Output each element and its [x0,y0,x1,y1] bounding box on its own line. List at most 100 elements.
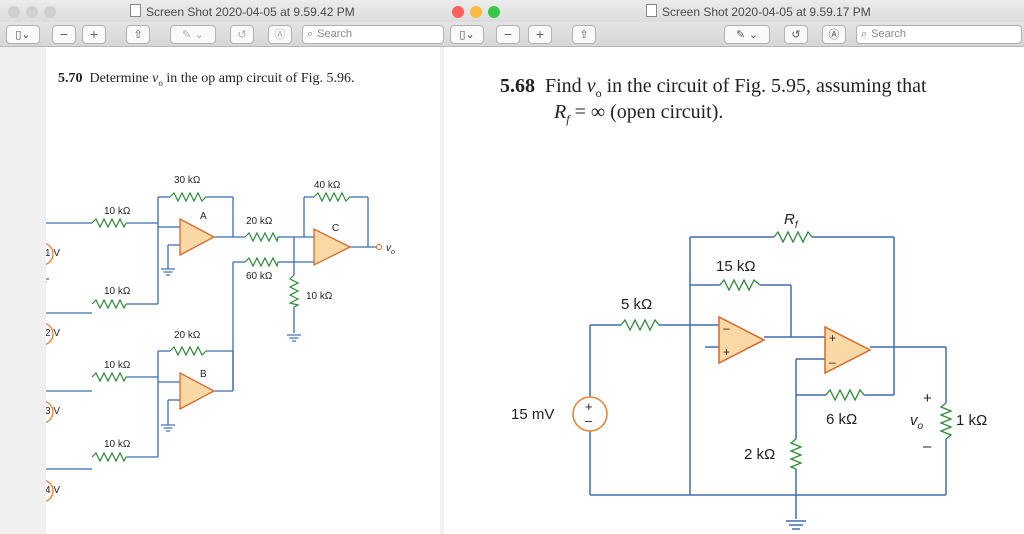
source-label-3: 3 V [46,406,60,417]
label-r-b-to-c: 60 kΩ [246,271,273,282]
resistor-60k [244,256,279,268]
label-opamp-a: A [200,211,207,222]
rotate-button[interactable]: ↺ [784,25,808,44]
close-button[interactable] [452,6,464,18]
resistor-rf [773,230,813,244]
label-rf-r: R [784,211,795,228]
left-window-title: Screen Shot 2020-04-05 at 9.59.42 PM [130,4,355,19]
label-source: 15 mV [511,406,554,423]
label-feedback-c: 40 kΩ [314,180,341,191]
op-amp-b [179,371,216,411]
op-amp-1-plus: + [723,345,730,359]
resistor-40k [313,191,351,203]
left-search-field[interactable]: ⌕ Search [302,25,444,44]
source-plus: + [585,399,593,414]
zoom-out-button[interactable]: − [496,25,520,44]
sidebar-toggle-button[interactable]: ▯⌄ [6,25,40,44]
resistors [91,191,351,463]
right-search-field[interactable]: ⌕ Search [856,25,1022,44]
op-amp-2-minus: – [829,355,836,369]
right-search-placeholder: Search [871,28,907,40]
markup-toolbar-button[interactable]: Ⓐ [268,25,292,44]
document-icon [646,4,657,17]
right-title-text: Screen Shot 2020-04-05 at 9.59.17 PM [662,5,871,19]
markup-toolbar-button[interactable]: Ⓐ [822,25,846,44]
label-opamp-c: C [332,223,339,234]
source-label-2: 2 V [46,328,60,339]
share-button[interactable]: ⇧ [126,25,150,44]
source-label-4: 4 V [46,485,60,496]
resistor-10k-4 [91,451,127,463]
label-r-fb2: 6 kΩ [826,411,857,428]
figure-5-96: 1 V 2 V 3 V 4 V 10 kΩ 10 kΩ 10 kΩ 10 kΩ … [46,175,395,502]
label-rf: Rf [784,211,799,231]
label-vo-sub: o [918,421,924,432]
label-r-in-3: 10 kΩ [104,360,131,371]
resistor-2k [789,438,803,470]
left-document-area: 5.70 Determine vo in the op amp circuit … [0,47,444,534]
share-button[interactable]: ⇧ [572,25,596,44]
label-rf-sub: f [795,220,799,231]
source-label-1: 1 V [46,248,60,259]
search-icon: ⌕ [861,28,868,40]
right-preview-window: Screen Shot 2020-04-05 at 9.59.17 PM ▯⌄ … [444,0,1024,534]
op-amps [179,217,352,411]
op-amp-1-minus: – [723,321,730,335]
minimize-button[interactable] [26,6,38,18]
search-icon: ⌕ [307,28,314,40]
left-title-text: Screen Shot 2020-04-05 at 9.59.42 PM [146,5,355,19]
figure-5-95: + – – + + – 15 mV 5 kΩ 15 kΩ Rf 2 kΩ 6 k… [511,211,987,530]
rotate-button[interactable]: ↺ [230,25,254,44]
op-amp-2-plus: + [829,331,836,345]
right-page: 5.68 Find vo in the circuit of Fig. 5.95… [444,47,1024,534]
zoom-out-button[interactable]: − [52,25,76,44]
label-r-c-ground: 10 kΩ [306,291,333,302]
zoom-in-button[interactable]: + [528,25,552,44]
left-toolbar: ▯⌄ − + ⇧ ✎ ⌄ ↺ Ⓐ ⌕ Search [0,22,444,47]
close-button[interactable] [8,6,20,18]
right-document-area: 5.68 Find vo in the circuit of Fig. 5.95… [444,47,1024,534]
op-amp-a [179,217,216,257]
minimize-button[interactable] [470,6,482,18]
voltage-sources [46,243,54,502]
label-r-load: 1 kΩ [956,412,987,429]
label-vo-minus: – [923,438,932,455]
resistor-5k [620,318,660,332]
left-search-placeholder: Search [317,28,353,40]
resistor-10k-2 [91,298,127,310]
zoom-button[interactable] [44,6,56,18]
right-window-title: Screen Shot 2020-04-05 at 9.59.17 PM [646,4,871,19]
resistor-10k-ground [288,274,300,308]
ground-symbol [786,520,806,530]
resistor-6k [825,388,865,402]
resistors [620,230,953,470]
document-icon [130,4,141,17]
left-page: 5.70 Determine vo in the op amp circuit … [46,47,440,534]
label-opamp-b: B [200,369,207,380]
resistor-20k-b [169,345,207,357]
sidebar-toggle-button[interactable]: ▯⌄ [450,25,484,44]
output-terminal [376,244,382,250]
label-r-ground: 2 kΩ [744,446,775,463]
label-vo: vo [910,412,924,432]
left-preview-window: Screen Shot 2020-04-05 at 9.59.42 PM ▯⌄ … [0,0,444,534]
left-titlebar: Screen Shot 2020-04-05 at 9.59.42 PM [0,0,444,23]
markup-pen-button[interactable]: ✎ ⌄ [724,25,770,44]
label-feedback-b: 20 kΩ [174,330,201,341]
left-window-controls [8,5,62,23]
label-r-in-1: 10 kΩ [104,206,131,217]
label-vo-sub: o [391,249,395,256]
label-vo: vo [386,243,395,256]
markup-pen-button[interactable]: ✎ ⌄ [170,25,216,44]
right-toolbar: ▯⌄ − + ⇧ ✎ ⌄ ↺ Ⓐ ⌕ Search [444,22,1024,47]
source-minus: – [585,413,593,428]
resistor-10k-1 [91,217,127,229]
label-r-in-2: 10 kΩ [104,286,131,297]
right-window-controls [452,5,506,23]
zoom-in-button[interactable]: + [82,25,106,44]
label-vo-plus: + [923,390,932,407]
right-titlebar: Screen Shot 2020-04-05 at 9.59.17 PM [444,0,1024,23]
zoom-button[interactable] [488,6,500,18]
resistor-30k [169,191,207,203]
label-r-in: 5 kΩ [621,296,652,313]
